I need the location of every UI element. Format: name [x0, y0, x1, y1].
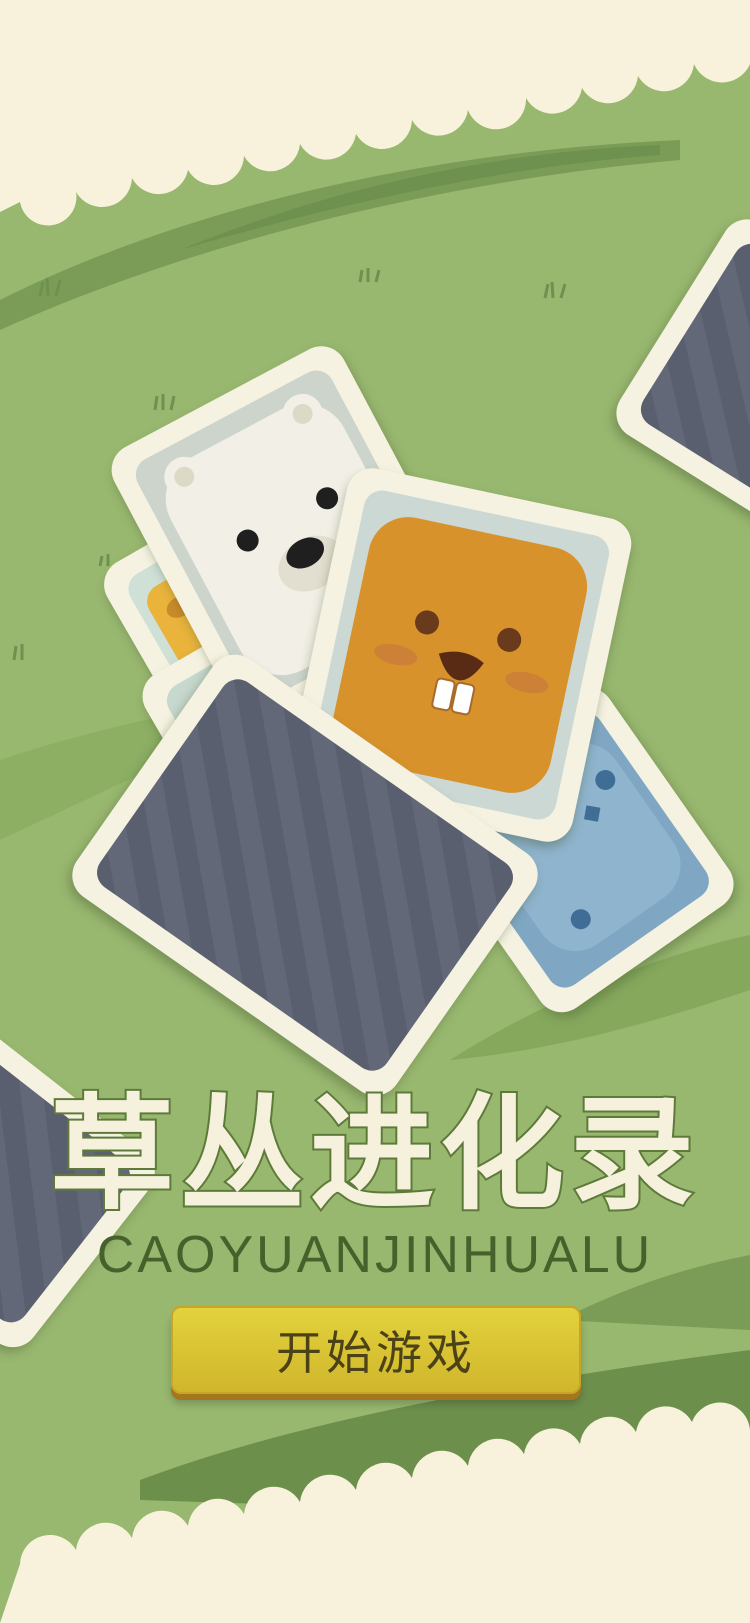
start-game-button-label: 开始游戏: [276, 1326, 476, 1380]
start-game-button[interactable]: 开始游戏: [171, 1306, 581, 1394]
game-start-screen: 草丛进化录 CAOYUANJINHUALU 开始游戏: [0, 0, 750, 1623]
game-subtitle: CAOYUANJINHUALU: [96, 1226, 654, 1284]
game-title: 草丛进化录: [48, 1083, 700, 1227]
title-container: 草丛进化录: [0, 1083, 750, 1227]
